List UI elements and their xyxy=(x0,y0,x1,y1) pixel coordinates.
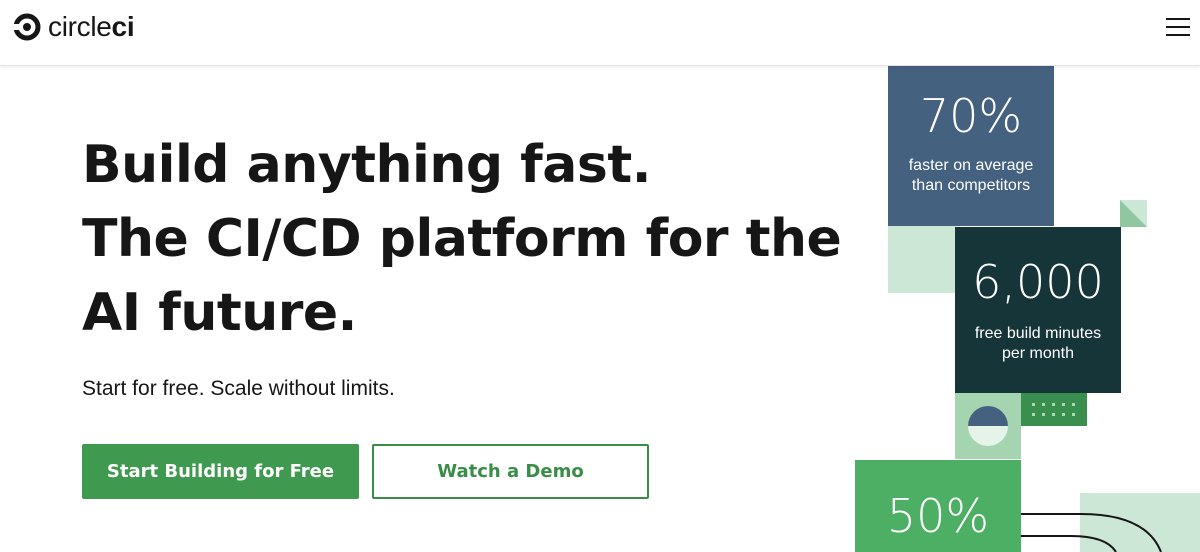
brand-wordmark: circleci xyxy=(48,11,135,42)
stat-faster-caption-line-2: than competitors xyxy=(911,177,1031,194)
headline-line-3: AI future. xyxy=(82,283,357,343)
stat-faster-value: 70% xyxy=(919,89,1023,143)
hero-subhead: Start for free. Scale without limits. xyxy=(82,377,395,400)
stat-fifty-value: 50% xyxy=(886,489,990,543)
watch-demo-button[interactable]: Watch a Demo xyxy=(372,444,649,499)
stat-minutes: 6,000 free build minutes per month xyxy=(955,254,1121,364)
decor-arc-lines xyxy=(1021,513,1162,552)
circleci-logo[interactable]: circleci xyxy=(13,11,135,42)
stat-fifty: 50% xyxy=(855,488,1021,544)
site-header: circleci xyxy=(0,0,1200,66)
stat-minutes-caption-line-1: free build minutes xyxy=(974,325,1102,342)
circleci-logo-icon xyxy=(13,13,41,41)
start-building-button[interactable]: Start Building for Free xyxy=(82,444,359,499)
stat-minutes-caption-line-2: per month xyxy=(1001,345,1075,362)
stat-faster: 70% faster on average than competitors xyxy=(888,88,1054,196)
headline-line-2: The CI/CD platform for the xyxy=(82,209,842,269)
decor-mint-block xyxy=(888,226,956,293)
hamburger-menu-icon[interactable] xyxy=(1166,16,1192,38)
brand-name-light: circle xyxy=(48,11,112,42)
stat-faster-caption-line-1: faster on average xyxy=(908,157,1034,174)
brand-name-bold: ci xyxy=(111,11,135,42)
headline-line-1: Build anything fast. xyxy=(82,135,651,195)
stat-minutes-value: 6,000 xyxy=(972,255,1104,309)
decor-green-dots-block xyxy=(1020,393,1087,426)
decor-mint-triangle xyxy=(1120,200,1147,227)
hero-headline: Build anything fast. The CI/CD platform … xyxy=(82,128,842,350)
decor-half-circle-block xyxy=(955,393,1021,459)
